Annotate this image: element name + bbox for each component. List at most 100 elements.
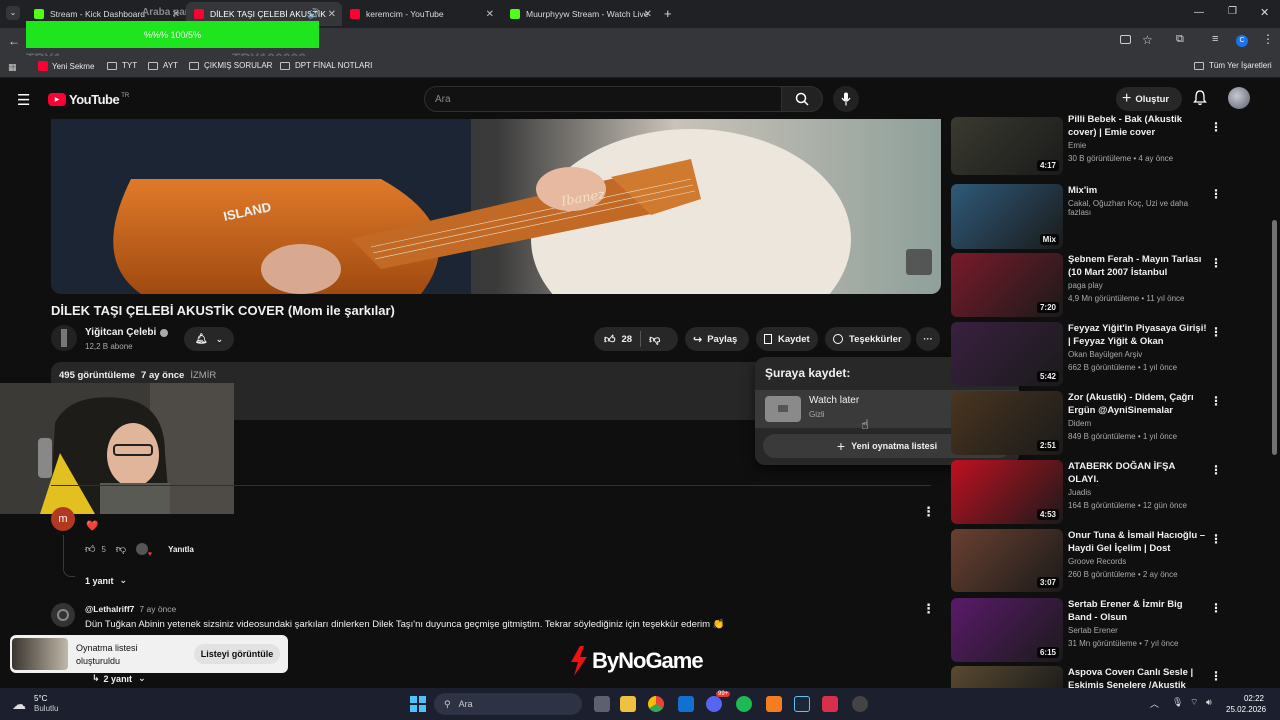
view-playlist-button[interactable]: Listeyi görüntüle [194, 644, 280, 664]
close-window-button[interactable]: ✕ [1260, 6, 1269, 19]
tab-keremcim[interactable]: keremcim - YouTube ✕ [342, 2, 500, 26]
recommendation-title[interactable]: ATABERK DOĞAN İFŞA OLAYI. [1068, 460, 1208, 486]
mail-icon[interactable] [678, 696, 694, 712]
bookmark-tyt[interactable]: TYT [107, 61, 137, 70]
commenter-avatar[interactable]: m [51, 507, 75, 531]
wifi-icon[interactable]: ⌔ [1190, 697, 1198, 708]
recommendation-info[interactable]: Şebnem Ferah - Mayın Tarlası (10 Mart 20… [1068, 253, 1208, 303]
dislike-icon[interactable]: 👎︎ [116, 543, 126, 555]
more-actions-button[interactable]: ··· [916, 327, 940, 351]
recommendation-menu-icon[interactable]: ⋮ [1210, 256, 1222, 270]
recommendation-title[interactable]: Feyyaz Yiğit'in Piyasaya Girişi! | Feyya… [1068, 322, 1208, 348]
microphone-icon[interactable]: 🎙︎ [1172, 697, 1183, 708]
star-icon[interactable]: ☆ [1142, 33, 1153, 47]
notifications-bell-icon[interactable] [1193, 90, 1207, 111]
thanks-button[interactable]: Teşekkürler [825, 327, 911, 351]
taskbar-search[interactable]: ⚲ Ara [434, 693, 582, 715]
recommendation-thumbnail[interactable]: 7:20 [951, 253, 1063, 317]
recommendation-info[interactable]: Sertab Erener & İzmir Big Band - Olsun Se… [1068, 598, 1208, 648]
back-arrow-icon[interactable]: ← [8, 34, 20, 48]
recommendation-channel[interactable]: paga play [1068, 281, 1208, 290]
search-input[interactable]: Ara [424, 86, 782, 112]
tray-chevron-icon[interactable]: ︿ [1150, 697, 1159, 710]
recommendation-title[interactable]: Sertab Erener & İzmir Big Band - Olsun [1068, 598, 1208, 624]
recommendation-channel[interactable]: Juadis [1068, 488, 1208, 497]
recommendation-thumbnail[interactable]: 4:53 [951, 460, 1063, 524]
channel-name[interactable]: Yiğitcan Çelebi [85, 327, 169, 338]
tab-list-icon[interactable]: ⌄ [6, 6, 20, 20]
task-view-icon[interactable] [594, 696, 610, 712]
recommendation-info[interactable]: Zor (Akustik) - Didem, Çağrı Ergün @Ayni… [1068, 391, 1208, 441]
weather-widget[interactable]: 5°C Bulutlu [34, 694, 58, 714]
create-button[interactable]: + Oluştur [1116, 87, 1182, 111]
comment-age[interactable]: 7 ay önce [139, 604, 176, 614]
like-icon[interactable]: 👍︎ [85, 543, 95, 555]
comment-menu-icon[interactable]: ⋮ [922, 504, 935, 520]
recommendation-info[interactable]: Pilli Bebek - Bak (Akustik cover) | Emie… [1068, 113, 1208, 163]
windows-start-icon[interactable] [410, 696, 426, 712]
recommendation-thumbnail[interactable]: 6:15 [951, 598, 1063, 662]
discord-icon[interactable] [706, 696, 722, 712]
reading-list-icon[interactable]: ≡ [1212, 33, 1218, 45]
recommendation-channel[interactable]: Groove Records [1068, 557, 1208, 566]
recommendation-title[interactable]: Pilli Bebek - Bak (Akustik cover) | Emie… [1068, 113, 1208, 139]
bookmark-new-tab[interactable]: Yeni Sekme [38, 61, 94, 71]
spotify-icon[interactable] [736, 696, 752, 712]
recommendation-info[interactable]: ATABERK DOĞAN İFŞA OLAYI. Juadis 164 B gör… [1068, 460, 1208, 510]
close-tab-icon[interactable]: ✕ [486, 9, 494, 20]
bookmark-cikmis-sorular[interactable]: ÇIKMIŞ SORULAR [189, 61, 272, 70]
clock[interactable]: 02:22 25.02.2026 [1226, 693, 1266, 715]
volume-icon[interactable]: 🔊︎ [1206, 697, 1212, 708]
close-tab-icon[interactable]: ✕ [644, 9, 652, 20]
dislike-icon[interactable]: 👎︎ [649, 333, 660, 346]
steam-icon[interactable] [794, 696, 810, 712]
recommendation-title[interactable]: Zor (Akustik) - Didem, Çağrı Ergün @Ayni… [1068, 391, 1208, 417]
recommendation-thumbnail[interactable]: 2:51 [951, 391, 1063, 455]
location-tag[interactable]: İZMİR [190, 370, 216, 381]
profile-avatar[interactable]: C [1236, 35, 1248, 47]
search-button[interactable] [781, 86, 823, 112]
youtube-logo[interactable]: ▶ YouTube TR [48, 92, 129, 107]
app-icon[interactable] [822, 696, 838, 712]
like-icon[interactable]: 👍︎ [604, 333, 616, 346]
recommendation-thumbnail[interactable]: 3:07 [951, 529, 1063, 592]
apps-grid-icon[interactable]: ▦ [8, 62, 17, 73]
subscription-bell-button[interactable]: 🔔︎ ⌄ [184, 327, 234, 351]
speaker-icon[interactable]: 🔊 [308, 9, 320, 20]
share-button[interactable]: ↪ Paylaş [685, 327, 749, 351]
bookmark-ayt[interactable]: AYT [148, 61, 178, 70]
bookmark-all[interactable]: Tüm Yer İşaretleri [1194, 61, 1272, 70]
reply-button[interactable]: Yanıtla [168, 545, 194, 554]
bookmark-dpt[interactable]: DPT FİNAL NOTLARI [280, 61, 372, 70]
recommendation-title[interactable]: Onur Tuna & İsmail Hacıoğlu – Haydi Gel … [1068, 529, 1208, 555]
account-avatar[interactable] [1228, 87, 1250, 109]
comment-menu-icon[interactable]: ⋮ [922, 601, 935, 617]
commenter-avatar[interactable] [51, 603, 75, 627]
recommendation-thumbnail[interactable]: Mix [951, 184, 1063, 249]
replies-toggle[interactable]: 1 yanıt ⌄ [85, 575, 127, 586]
recommendation-channel[interactable]: Sertab Erener [1068, 626, 1208, 635]
recommendation-menu-icon[interactable]: ⋮ [1210, 325, 1222, 339]
recommendation-menu-icon[interactable]: ⋮ [1210, 394, 1222, 408]
cast-icon[interactable] [1120, 35, 1131, 44]
recommendation-info[interactable]: Feyyaz Yiğit'in Piyasaya Girişi! | Feyya… [1068, 322, 1208, 372]
recommendation-menu-icon[interactable]: ⋮ [1210, 532, 1222, 546]
menu-dots-icon[interactable]: ⋮ [1262, 32, 1274, 46]
recommendation-thumbnail[interactable]: 4:17 [951, 117, 1063, 175]
voice-search-button[interactable] [833, 86, 859, 112]
new-tab-button[interactable]: + [664, 6, 672, 21]
channel-avatar[interactable] [51, 325, 77, 351]
recommendation-info[interactable]: Mix'im Cakal, Oğuzhan Koç, Uzi ve daha fa… [1068, 184, 1208, 217]
recommendation-info[interactable]: Onur Tuna & İsmail Hacıoğlu – Haydi Gel … [1068, 529, 1208, 579]
comment-author[interactable]: @Lethalriff7 [85, 604, 134, 614]
recommendation-channel[interactable]: Cakal, Oğuzhan Koç, Uzi ve daha fazlası [1068, 199, 1208, 217]
close-tab-icon[interactable]: ✕ [328, 9, 336, 20]
recommendation-channel[interactable]: Okan Bayülgen Arşiv [1068, 350, 1208, 359]
maximize-button[interactable]: ❐ [1228, 6, 1237, 17]
like-count[interactable]: 28 [622, 334, 633, 345]
recommendation-title[interactable]: Şebnem Ferah - Mayın Tarlası (10 Mart 20… [1068, 253, 1208, 279]
video-player[interactable]: ISLAND Ibanez [51, 119, 941, 294]
minimize-button[interactable]: — [1194, 7, 1204, 18]
recommendation-channel[interactable]: Didem [1068, 419, 1208, 428]
file-explorer-icon[interactable] [620, 696, 636, 712]
